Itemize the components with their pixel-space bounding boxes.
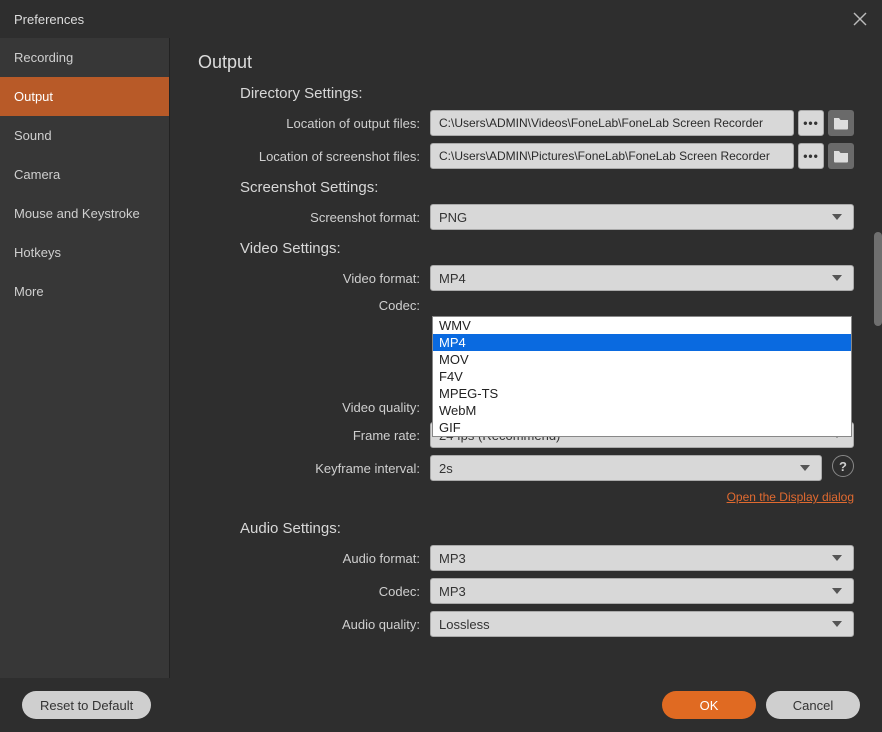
sidebar-item-mouse-keystroke[interactable]: Mouse and Keystroke: [0, 194, 169, 233]
label-keyframe-interval: Keyframe interval:: [198, 461, 430, 476]
open-screenshot-folder-button[interactable]: [828, 143, 854, 169]
label-output-location: Location of output files:: [198, 116, 430, 131]
chevron-down-icon: [829, 616, 845, 632]
browse-output-button[interactable]: •••: [798, 110, 824, 136]
label-codec: Codec:: [198, 298, 430, 313]
dropdown-option-mov[interactable]: MOV: [433, 351, 851, 368]
sidebar-item-recording[interactable]: Recording: [0, 38, 169, 77]
label-screenshot-location: Location of screenshot files:: [198, 149, 430, 164]
dropdown-option-gif[interactable]: GIF: [433, 419, 851, 436]
output-location-field[interactable]: C:\Users\ADMIN\Videos\FoneLab\FoneLab Sc…: [430, 110, 794, 136]
audio-format-value: MP3: [439, 551, 466, 566]
keyframe-interval-value: 2s: [439, 461, 453, 476]
label-audio-format: Audio format:: [198, 551, 430, 566]
video-format-select[interactable]: MP4: [430, 265, 854, 291]
chevron-down-icon: [829, 550, 845, 566]
sidebar-item-sound[interactable]: Sound: [0, 116, 169, 155]
video-format-dropdown[interactable]: WMV MP4 MOV F4V MPEG-TS WebM GIF: [432, 316, 852, 437]
label-audio-codec: Codec:: [198, 584, 430, 599]
dropdown-option-wmv[interactable]: WMV: [433, 317, 851, 334]
audio-codec-select[interactable]: MP3: [430, 578, 854, 604]
section-audio: Audio Settings:: [240, 520, 854, 537]
section-video: Video Settings:: [240, 240, 854, 257]
ok-button[interactable]: OK: [662, 691, 756, 719]
reset-to-default-button[interactable]: Reset to Default: [22, 691, 151, 719]
open-display-dialog-link[interactable]: Open the Display dialog: [727, 490, 854, 504]
dropdown-option-f4v[interactable]: F4V: [433, 368, 851, 385]
sidebar-item-hotkeys[interactable]: Hotkeys: [0, 233, 169, 272]
sidebar-item-output[interactable]: Output: [0, 77, 169, 116]
dropdown-option-webm[interactable]: WebM: [433, 402, 851, 419]
sidebar-item-more[interactable]: More: [0, 272, 169, 311]
open-output-folder-button[interactable]: [828, 110, 854, 136]
label-audio-quality: Audio quality:: [198, 617, 430, 632]
dropdown-option-mp4[interactable]: MP4: [433, 334, 851, 351]
video-format-value: MP4: [439, 271, 466, 286]
page-title: Output: [198, 52, 854, 73]
audio-quality-select[interactable]: Lossless: [430, 611, 854, 637]
dropdown-option-mpegts[interactable]: MPEG-TS: [433, 385, 851, 402]
help-button[interactable]: ?: [832, 455, 854, 477]
sidebar: Recording Output Sound Camera Mouse and …: [0, 38, 170, 678]
chevron-down-icon: [829, 583, 845, 599]
audio-format-select[interactable]: MP3: [430, 545, 854, 571]
keyframe-interval-select[interactable]: 2s: [430, 455, 822, 481]
window-title: Preferences: [14, 12, 84, 27]
cancel-button[interactable]: Cancel: [766, 691, 860, 719]
scrollbar[interactable]: [874, 38, 882, 678]
label-video-format: Video format:: [198, 271, 430, 286]
section-directory: Directory Settings:: [240, 85, 854, 102]
screenshot-format-value: PNG: [439, 210, 467, 225]
scrollbar-thumb[interactable]: [874, 232, 882, 326]
label-video-quality: Video quality:: [198, 400, 430, 415]
label-frame-rate: Frame rate:: [198, 428, 430, 443]
label-screenshot-format: Screenshot format:: [198, 210, 430, 225]
chevron-down-icon: [829, 209, 845, 225]
audio-quality-value: Lossless: [439, 617, 490, 632]
close-button[interactable]: [852, 11, 868, 27]
section-screenshot: Screenshot Settings:: [240, 179, 854, 196]
chevron-down-icon: [797, 460, 813, 476]
chevron-down-icon: [829, 270, 845, 286]
sidebar-item-camera[interactable]: Camera: [0, 155, 169, 194]
screenshot-format-select[interactable]: PNG: [430, 204, 854, 230]
audio-codec-value: MP3: [439, 584, 466, 599]
screenshot-location-field[interactable]: C:\Users\ADMIN\Pictures\FoneLab\FoneLab …: [430, 143, 794, 169]
browse-screenshot-button[interactable]: •••: [798, 143, 824, 169]
